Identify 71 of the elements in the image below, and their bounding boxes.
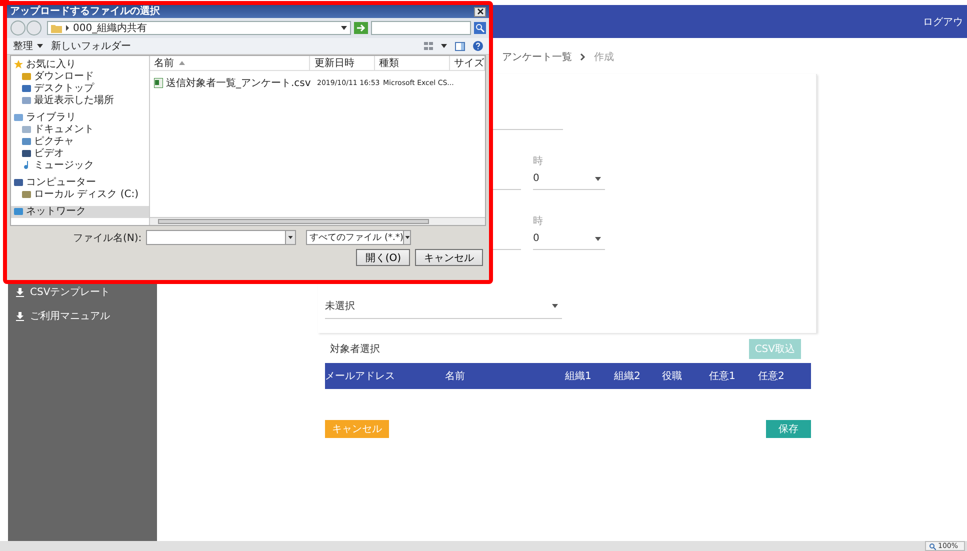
file-type-select[interactable]: すべてのファイル (*.*) (306, 230, 411, 245)
organize-menu[interactable]: 整理 (13, 39, 43, 53)
column-header: 任意1 (709, 370, 736, 383)
caret-icon (341, 26, 347, 30)
dropdown-select[interactable]: 未選択 (325, 296, 562, 319)
column-header: メールアドレス (325, 370, 396, 383)
column-header[interactable]: 更新日時 (310, 56, 376, 70)
close-icon (476, 8, 484, 15)
dialog-cancel-button[interactable]: キャンセル (415, 249, 483, 266)
column-header[interactable]: 種類 (375, 56, 450, 70)
section-title: 対象者選択 (330, 342, 380, 356)
spreadsheet-icon (154, 78, 163, 88)
caret-icon (595, 236, 601, 240)
breadcrumb-link[interactable]: アンケート一覧 (502, 50, 572, 64)
chevron-icon (580, 53, 586, 61)
nav-item[interactable]: ビデオ (11, 148, 149, 160)
address-field[interactable]: 000_組織内共有 (47, 21, 351, 35)
caret-icon[interactable] (441, 44, 447, 48)
help-icon[interactable] (473, 41, 483, 51)
column-header[interactable]: 名前 (150, 56, 310, 70)
folder-icon (51, 24, 62, 32)
column-header: 組織1 (565, 370, 592, 383)
caret-icon (552, 304, 558, 308)
search-field[interactable] (371, 21, 471, 35)
nav-item[interactable]: ライブラリ (11, 112, 149, 124)
new-folder-button[interactable]: 新しいフォルダー (51, 39, 131, 53)
caret-icon (595, 176, 601, 180)
column-header[interactable]: サイズ (450, 56, 486, 70)
file-name[interactable]: 送信対象者一覧_アンケート.csv (150, 76, 313, 90)
logout-link[interactable]: ログアウ (923, 14, 963, 28)
view-icon[interactable] (424, 42, 433, 50)
open-button[interactable]: 開く(O) (356, 249, 410, 266)
nav-item[interactable]: ネットワーク (11, 206, 149, 218)
music-icon (22, 161, 31, 170)
caret-icon (288, 236, 293, 239)
star-icon (14, 60, 23, 69)
nav-item[interactable]: コンピューター (11, 177, 149, 189)
chevron-icon (65, 25, 70, 31)
column-header: 組織2 (614, 370, 642, 383)
column-header: 名前 (445, 370, 466, 383)
hour-label: 時 (533, 214, 543, 228)
column-header: 役職 (662, 370, 683, 383)
nav-item[interactable]: ローカル ディスク (C:) (11, 189, 149, 201)
dialog-title: アップロードするファイルの選択 (10, 6, 160, 17)
caret-icon (37, 44, 43, 48)
hour-select[interactable]: 0 (533, 230, 605, 250)
sidebar-item[interactable]: ご利用マニュアル (8, 304, 157, 328)
filename-field[interactable] (146, 230, 296, 245)
column-header: 任意2 (758, 370, 786, 383)
magnifier-icon (928, 542, 936, 550)
nav-item[interactable]: ダウンロード (11, 71, 149, 83)
caret-icon (404, 236, 410, 239)
filename-label: ファイル名(N): (73, 232, 142, 244)
refresh-icon[interactable] (354, 22, 368, 34)
nav-item[interactable]: デスクトップ (11, 83, 149, 95)
nav-item[interactable]: 最近表示した場所 (11, 95, 149, 107)
sidebar-item[interactable]: CSVテンプレート (8, 280, 157, 304)
preview-pane-icon[interactable] (455, 42, 465, 50)
search-icon[interactable] (474, 22, 486, 34)
annotation-marker (0, 0, 9, 6)
close-button[interactable] (474, 6, 486, 16)
hour-select[interactable]: 0 (533, 170, 605, 190)
nav-item[interactable]: ミュージック (11, 160, 149, 172)
breadcrumb-current: 作成 (594, 50, 614, 64)
horizontal-scrollbar[interactable] (150, 217, 485, 225)
back-forward-buttons[interactable] (10, 20, 44, 36)
sort-icon (179, 61, 185, 65)
nav-item[interactable]: お気に入り (11, 59, 149, 71)
nav-item[interactable]: ドキュメント (11, 124, 149, 136)
nav-item[interactable]: ピクチャ (11, 136, 149, 148)
hour-label: 時 (533, 154, 543, 168)
